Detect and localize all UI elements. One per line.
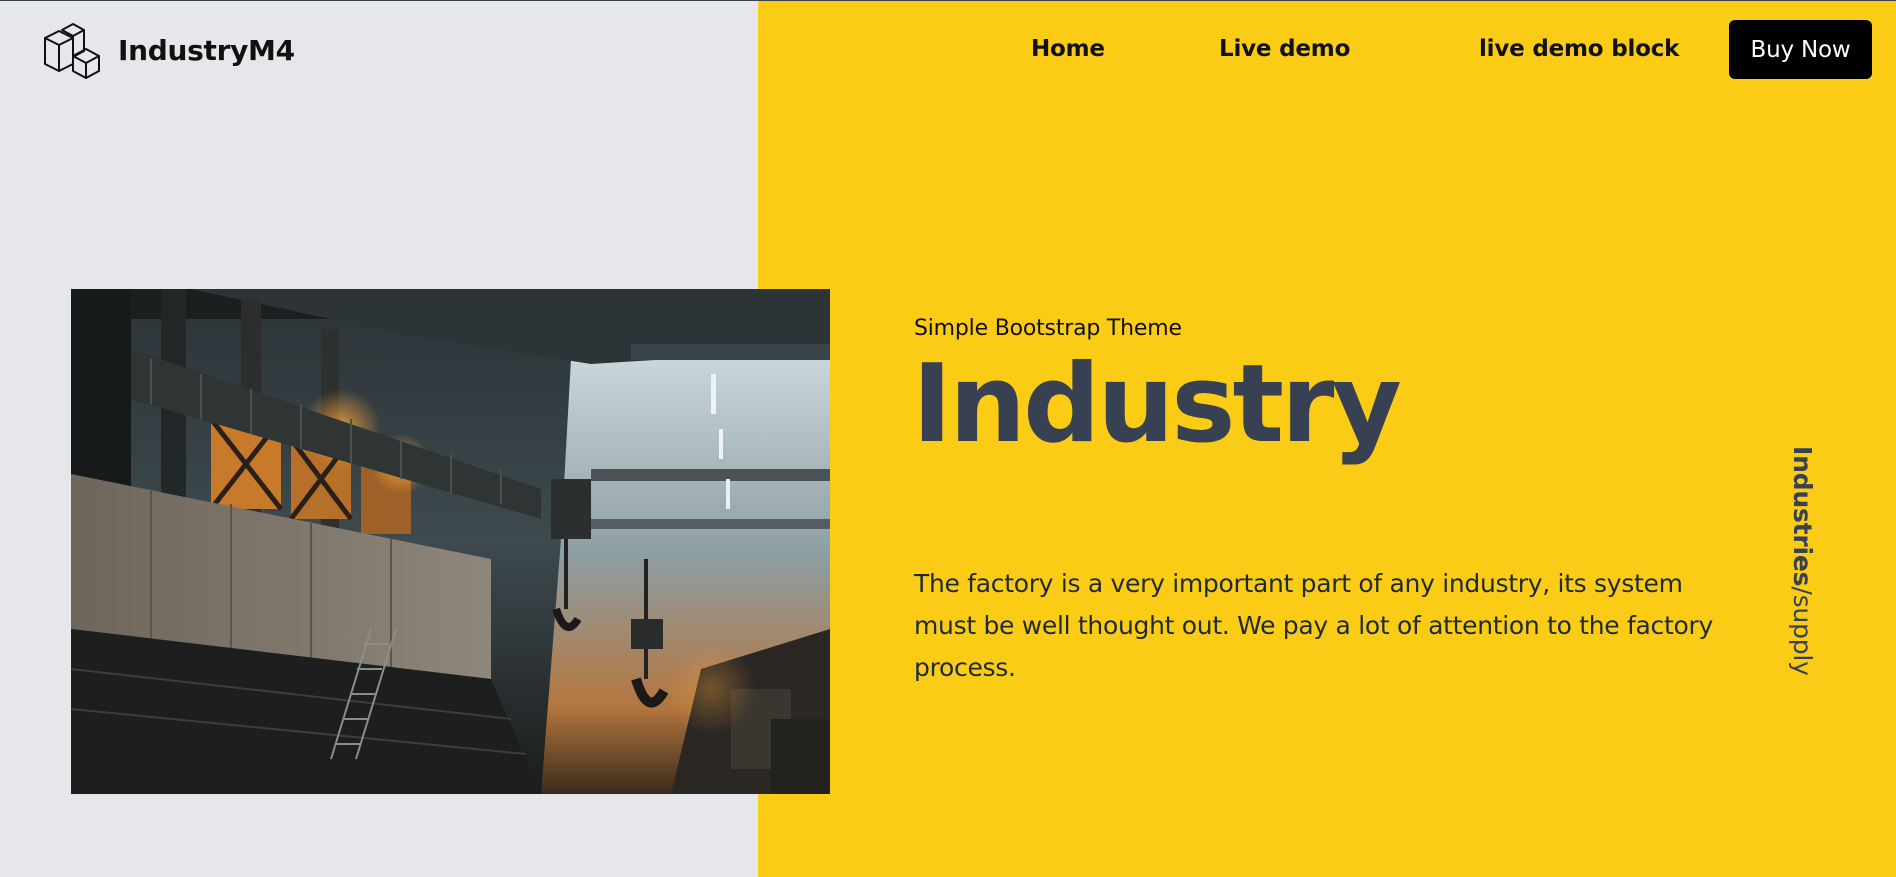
nav-item-live-demo-block[interactable]: live demo block [1479, 36, 1679, 62]
factory-hero-image [71, 289, 830, 794]
nav-item-home[interactable]: Home [1031, 36, 1105, 62]
side-label-separator: / [1788, 586, 1817, 595]
hero-title: Industry [912, 342, 1402, 467]
hero-description: The factory is a very important part of … [914, 569, 1713, 682]
cubes-logo-icon [44, 23, 100, 79]
top-border [0, 0, 1896, 1]
buy-now-button[interactable]: Buy Now [1729, 20, 1872, 79]
hero-eyebrow: Simple Bootstrap Theme [914, 316, 1182, 341]
side-vertical-label: Industries/supply [1788, 446, 1817, 676]
side-label-bold: Industries [1788, 446, 1817, 587]
factory-illustration [71, 289, 830, 794]
brand-link[interactable]: IndustryM4 [42, 20, 295, 80]
side-label-light: supply [1788, 594, 1817, 676]
nav-item-live-demo[interactable]: Live demo [1219, 36, 1350, 62]
brand-name: IndustryM4 [118, 33, 295, 67]
